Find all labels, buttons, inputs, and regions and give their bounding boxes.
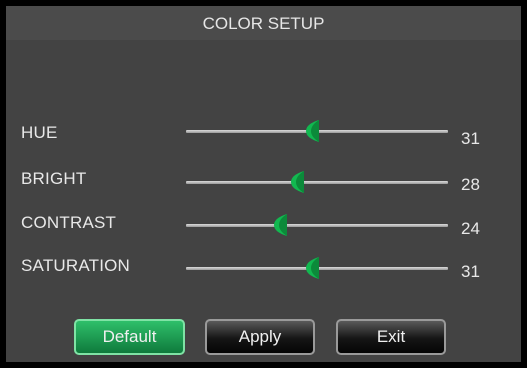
bright-label: BRIGHT	[21, 169, 87, 188]
color-setup-dialog: COLOR SETUP HUE 31 BRIGHT 28 CONTRAST 24…	[0, 0, 527, 368]
contrast-slider-track[interactable]	[186, 214, 448, 236]
bright-slider-thumb[interactable]	[291, 171, 305, 193]
exit-button[interactable]: Exit	[336, 319, 446, 355]
default-button[interactable]: Default	[74, 319, 185, 355]
contrast-label: CONTRAST	[21, 213, 117, 232]
saturation-slider-thumb[interactable]	[305, 257, 319, 279]
hue-value: 31	[461, 129, 480, 148]
bright-slider-track[interactable]	[186, 171, 448, 193]
apply-button[interactable]: Apply	[205, 319, 315, 355]
contrast-slider-thumb[interactable]	[274, 214, 288, 236]
title-bar: COLOR SETUP	[6, 6, 521, 40]
saturation-label: SATURATION	[21, 256, 131, 275]
hue-label: HUE	[21, 123, 58, 142]
hue-slider-thumb[interactable]	[305, 120, 319, 142]
dialog-title: COLOR SETUP	[202, 14, 325, 33]
hue-slider-track[interactable]	[186, 120, 448, 142]
saturation-value: 31	[461, 262, 480, 281]
bright-value: 28	[461, 175, 480, 194]
saturation-slider-track[interactable]	[186, 257, 448, 279]
contrast-value: 24	[461, 219, 480, 238]
